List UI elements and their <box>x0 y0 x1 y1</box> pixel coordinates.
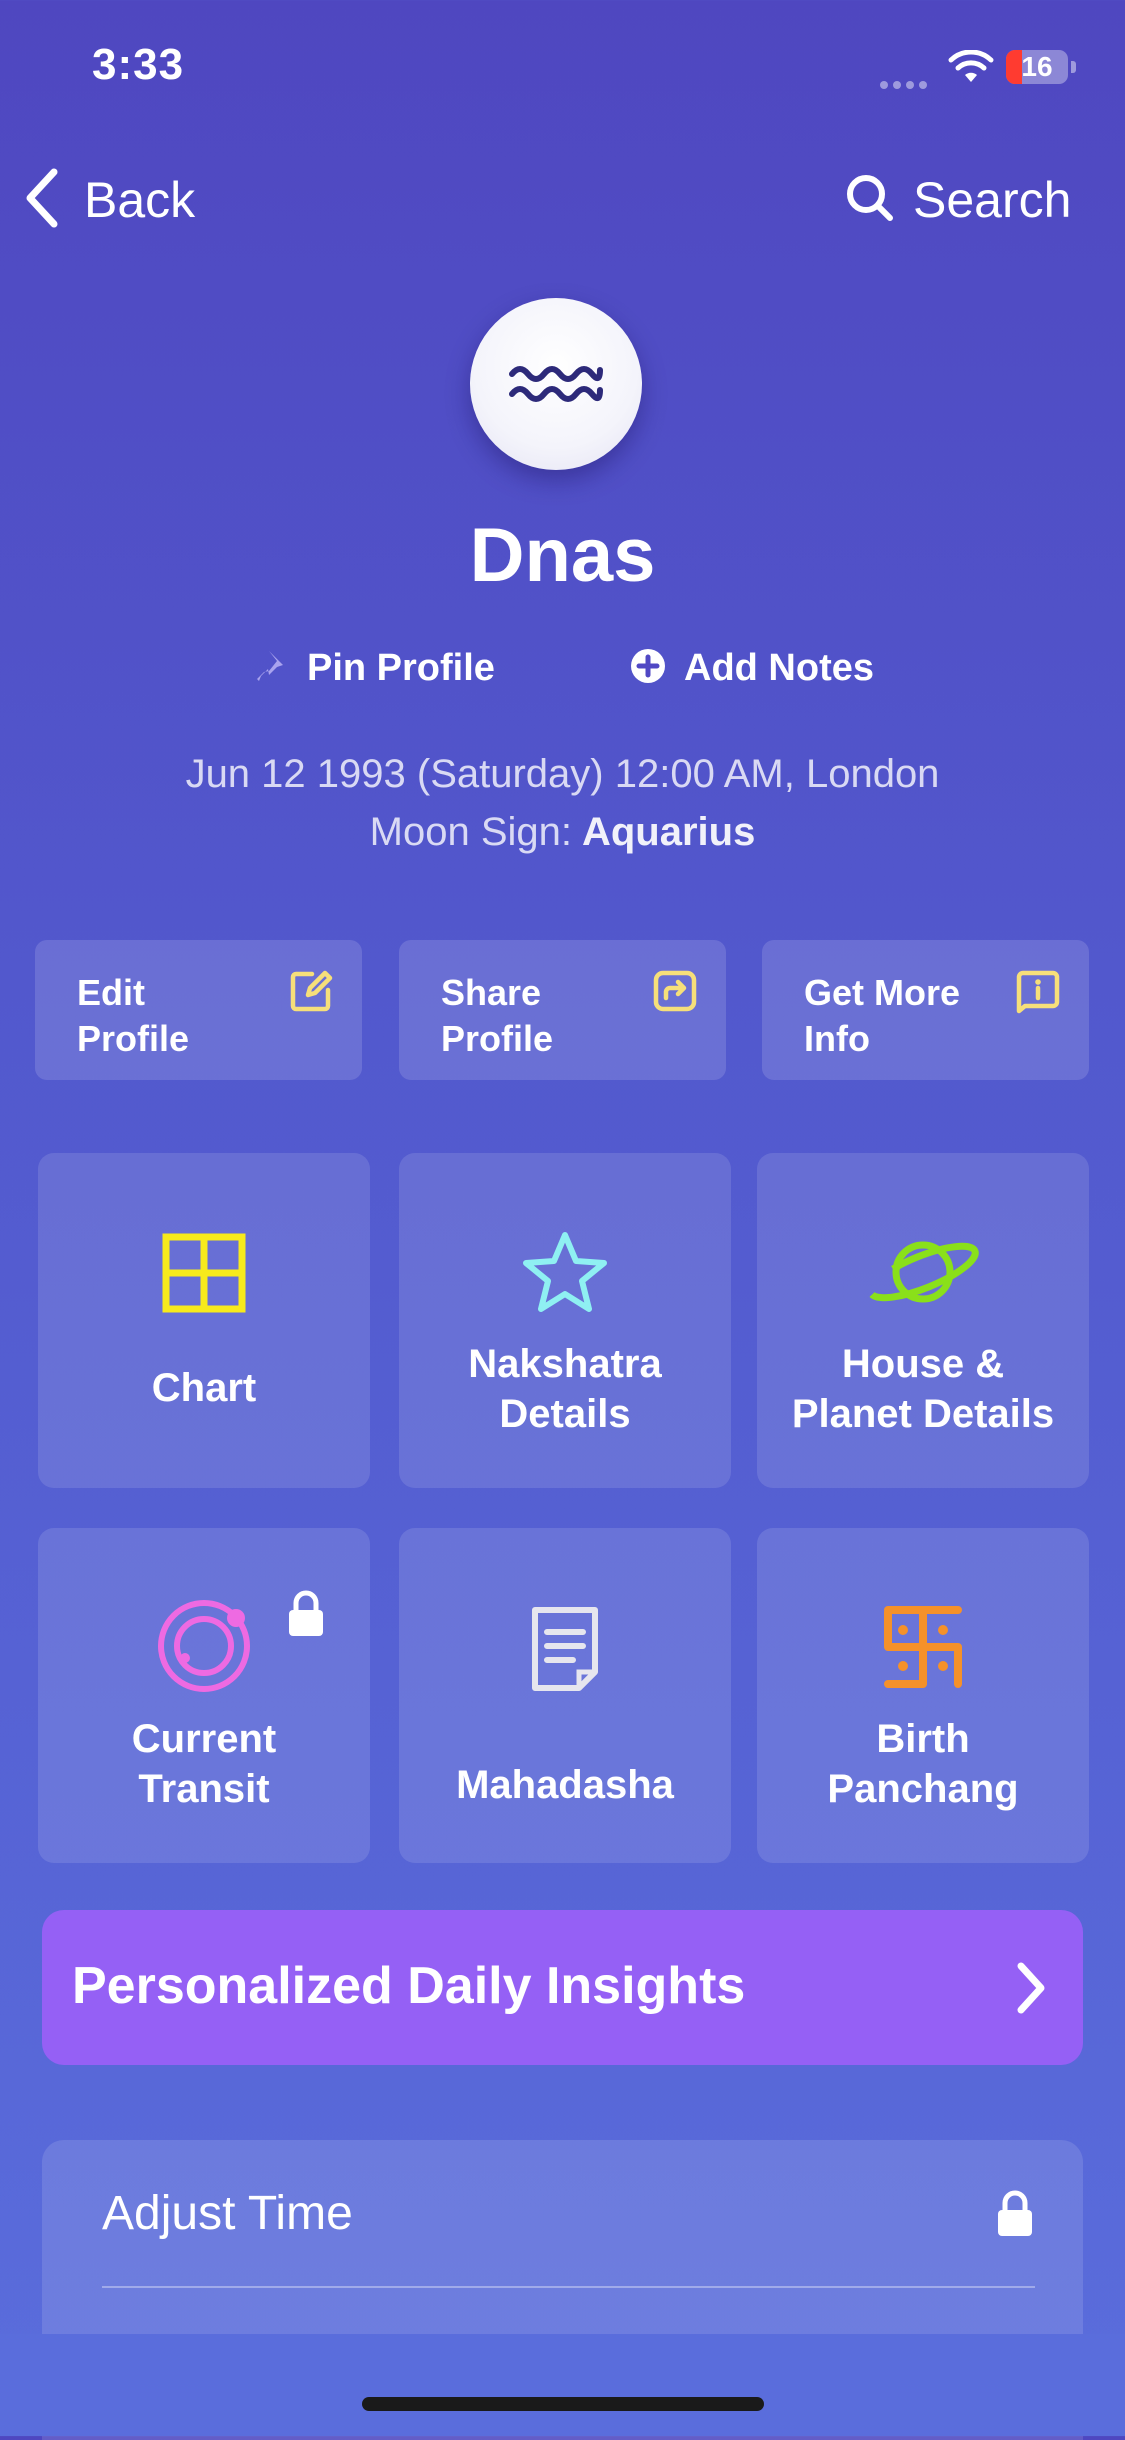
moon-sign-label: Moon Sign: <box>369 810 572 854</box>
birth-details: Jun 12 1993 (Saturday) 12:00 AM, London <box>185 752 940 796</box>
chart-grid-icon <box>38 1233 370 1313</box>
add-notes-label: Add Notes <box>684 646 874 689</box>
battery-level: 16 <box>1021 51 1053 82</box>
profile-avatar <box>470 298 642 470</box>
house-planet-details-tile[interactable]: House & Planet Details <box>757 1153 1089 1488</box>
mahadasha-label: Mahadasha <box>456 1763 674 1807</box>
battery-cap <box>1071 61 1076 73</box>
birth-panchang-tile[interactable]: Birth Panchang <box>757 1528 1089 1863</box>
get-more-info-label: Get More Info <box>804 972 961 1059</box>
mahadasha-tile[interactable]: Mahadasha <box>399 1528 731 1863</box>
home-indicator[interactable] <box>362 2397 764 2411</box>
plus-circle-icon <box>630 648 666 689</box>
edit-profile-button[interactable]: Edit Profile <box>35 940 362 1080</box>
chevron-left-icon <box>22 168 62 233</box>
adjust-time-label: Adjust Time <box>102 2187 353 2240</box>
moon-sign-value: Aquarius <box>581 810 756 854</box>
planet-icon <box>757 1227 1089 1317</box>
birth-panchang-label: Birth Panchang <box>827 1717 1019 1811</box>
share-profile-button[interactable]: Share Profile <box>399 940 726 1080</box>
moon-sign: Moon Sign: Aquarius <box>0 810 1125 855</box>
wifi-icon <box>948 49 994 89</box>
lock-icon <box>995 2190 1035 2243</box>
status-time: 3:33 <box>92 40 185 89</box>
share-profile-label: Share Profile <box>441 972 554 1059</box>
house-planet-details-label: House & Planet Details <box>791 1342 1055 1436</box>
aquarius-icon <box>506 352 606 417</box>
cellular-signal-icon <box>880 76 932 89</box>
chart-label: Chart <box>151 1366 257 1410</box>
share-icon <box>652 968 698 1019</box>
info-icon <box>1015 968 1061 1019</box>
back-button[interactable]: Back <box>22 165 195 235</box>
chevron-right-icon <box>1013 1960 1049 2021</box>
get-more-info-button[interactable]: Get More Info <box>762 940 1089 1080</box>
pin-profile-label: Pin Profile <box>307 646 495 689</box>
personalized-daily-insights-label: Personalized Daily Insights <box>72 1957 746 2015</box>
edit-profile-label: Edit Profile <box>77 972 190 1059</box>
chart-tile[interactable]: Chart <box>38 1153 370 1488</box>
personalized-daily-insights-banner[interactable]: Personalized Daily Insights <box>42 1910 1083 2065</box>
search-button[interactable]: Search <box>845 165 1071 235</box>
profile-name: Dnas <box>469 513 656 598</box>
search-icon <box>845 173 895 228</box>
current-transit-tile[interactable]: Current Transit <box>38 1528 370 1863</box>
document-icon <box>399 1604 731 1694</box>
battery-icon: 16 <box>1006 50 1068 84</box>
add-notes-button[interactable]: Add Notes <box>630 640 874 696</box>
nakshatra-details-label: Nakshatra Details <box>468 1342 662 1436</box>
pin-icon <box>255 647 289 690</box>
pin-profile-button[interactable]: Pin Profile <box>255 640 495 696</box>
divider <box>102 2286 1035 2288</box>
nakshatra-details-tile[interactable]: Nakshatra Details <box>399 1153 731 1488</box>
lock-icon <box>286 1590 326 1643</box>
search-label: Search <box>913 172 1072 228</box>
edit-icon <box>288 968 334 1019</box>
star-icon <box>399 1229 731 1317</box>
back-label: Back <box>84 172 196 228</box>
current-transit-label: Current Transit <box>131 1717 277 1811</box>
swastika-icon <box>757 1602 1089 1692</box>
bottom-bar <box>0 2334 1125 2436</box>
